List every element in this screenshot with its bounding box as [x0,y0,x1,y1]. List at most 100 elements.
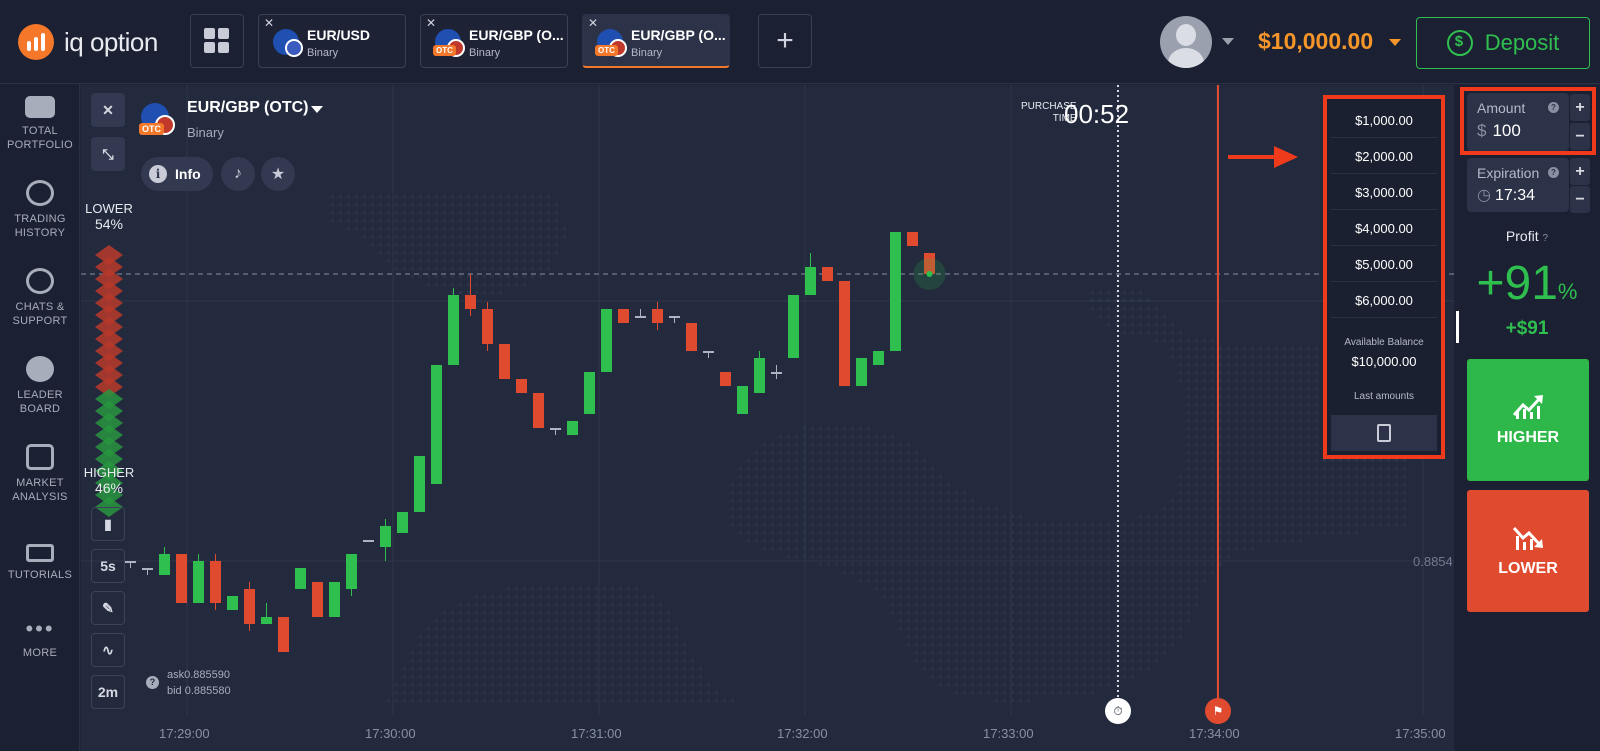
nav-chats-support[interactable]: CHATS & SUPPORT [0,268,80,328]
ask-price: ask0.885590 [167,669,230,681]
annotation-arrow [1228,146,1298,168]
graduation-cap-icon [26,544,54,562]
info-icon: i [149,165,167,183]
asset-tab[interactable]: ✕ OTC EUR/GBP (O... Binary [420,14,568,68]
bell-icon: ♪ [234,165,242,182]
help-icon[interactable]: ? [146,676,159,689]
candle-body [397,512,408,533]
chart-type-button[interactable]: ▮ [91,507,125,541]
timeframe-button[interactable]: 2m [91,675,125,709]
sentiment-lower: LOWER 54% [81,201,137,232]
higher-button[interactable]: HIGHER [1467,359,1589,481]
chart-area[interactable]: ✕ ⤡ OTC EUR/GBP (OTC) Binary i Info ♪ ★ … [81,85,1454,751]
deposit-button[interactable]: Deposit [1416,17,1590,69]
nav-tutorials[interactable]: TUTORIALS [0,544,80,582]
nav-total-portfolio[interactable]: TOTAL PORTFOLIO [0,96,80,152]
us-flag-icon [285,39,303,57]
trend-down-icon [1512,526,1543,550]
pencil-icon: ✎ [102,599,114,616]
candle-body [907,232,918,246]
logo-icon [18,24,54,60]
alert-button[interactable]: ♪ [221,157,255,191]
chevron-down-icon[interactable] [1389,39,1401,46]
candles-icon: ▮ [104,515,112,532]
profit-label: Profit ? [1454,228,1600,244]
history-icon [26,180,54,206]
indicators-button[interactable]: ∿ [91,633,125,667]
amount-increase-button[interactable]: + [1570,94,1590,121]
amount-option[interactable]: $4,000.00 [1331,211,1437,246]
candle-body [482,309,493,344]
candle-period-button[interactable]: 5s [91,549,125,583]
asset-tab[interactable]: ✕ EUR/USD Binary [258,14,406,68]
drawing-tools-button[interactable]: ✎ [91,591,125,625]
nav-more[interactable]: ••• MORE [0,618,80,660]
amount-option[interactable]: $2,000.00 [1331,139,1437,174]
last-amounts-label[interactable]: Last amounts [1327,391,1441,402]
nav-leader-board[interactable]: LEADER BOARD [0,356,80,416]
candle-body [380,526,391,547]
chat-icon [26,268,54,294]
favorite-button[interactable]: ★ [261,157,295,191]
tab-type: Binary [307,47,339,59]
asset-grid-button[interactable] [190,14,244,68]
candle-body [533,393,544,428]
amount-option[interactable]: $3,000.00 [1331,175,1437,210]
expiration-increase-button[interactable]: + [1570,158,1590,185]
profit-pct-unit: % [1557,279,1578,304]
close-chart-button[interactable]: ✕ [91,93,125,127]
candle-body [431,365,442,484]
collapse-button[interactable]: ⤡ [91,137,125,171]
time-axis-label: 17:32:00 [777,726,828,741]
add-asset-button[interactable]: + [758,14,812,68]
candle-body [601,309,612,372]
time-axis-label: 17:29:00 [159,726,210,741]
amount-option[interactable]: $6,000.00 [1331,283,1437,318]
timeframe-label: 2m [97,684,119,700]
nav-trading-history[interactable]: TRADING HISTORY [0,180,80,240]
candle-body [703,351,714,353]
expiration-label: Expiration [1477,165,1540,181]
candle-body [363,540,374,542]
avatar[interactable] [1160,16,1212,68]
nav-label: CHATS & SUPPORT [12,301,68,327]
nav-market-analysis[interactable]: MARKET ANALYSIS [0,444,80,504]
candle-body [788,295,799,358]
asset-tab-active[interactable]: ✕ OTC EUR/GBP (O... Binary [582,14,730,68]
close-tab-icon[interactable]: ✕ [426,16,436,30]
expiration-decrease-button[interactable]: − [1570,186,1590,213]
lower-button[interactable]: LOWER [1467,490,1589,612]
tab-name: EUR/GBP (O... [631,27,726,43]
close-tab-icon[interactable]: ✕ [264,16,274,30]
logo[interactable]: iq option [18,24,158,60]
calculator-button[interactable] [1331,415,1437,451]
higher-label: HIGHER [1496,429,1560,446]
candle-body [159,554,170,575]
help-icon[interactable]: ? [1543,233,1549,244]
nav-label: LEADER BOARD [17,389,63,415]
plus-icon: + [776,24,794,57]
asset-title: EUR/GBP (OTC) [187,99,309,116]
balance[interactable]: $10,000.00 [1258,28,1373,55]
candle-body [278,617,289,652]
otc-badge: OTC [433,45,456,56]
current-price-dot [926,271,933,277]
candle-body [465,295,476,309]
candle-body [737,386,748,414]
collapse-icon: ⤡ [102,145,114,162]
expiration-field[interactable]: Expiration ? ◷ 17:34 [1467,158,1569,212]
candle-body [125,561,136,563]
sentiment-lower-label: LOWER [85,201,133,216]
profit-pct-value: +91 [1476,257,1558,310]
amount-option[interactable]: $5,000.00 [1331,247,1437,282]
help-icon[interactable]: ? [1548,167,1559,178]
chevron-down-icon[interactable] [311,106,323,113]
info-button[interactable]: i Info [141,157,213,191]
amount-option[interactable]: $1,000.00 [1331,103,1437,138]
candle-body [635,316,646,318]
info-label: Info [175,166,201,182]
close-tab-icon[interactable]: ✕ [588,16,598,30]
profit-label-text: Profit [1505,228,1539,244]
chevron-down-icon[interactable] [1222,38,1234,45]
amount-decrease-button[interactable]: − [1570,123,1590,150]
